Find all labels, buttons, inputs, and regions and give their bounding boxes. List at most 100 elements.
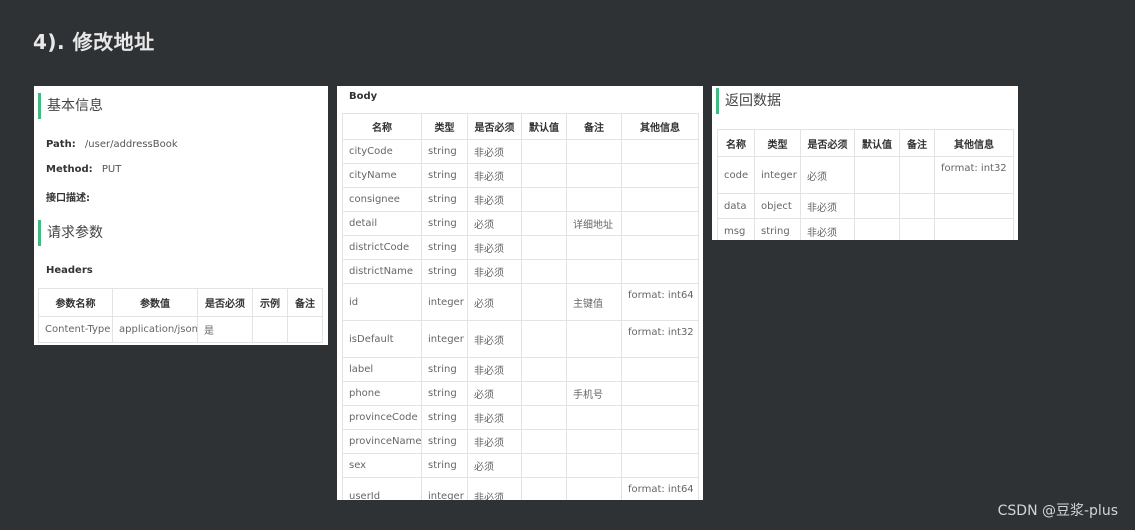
- body-cell: [621, 163, 699, 188]
- body-column-header: 其他信息: [621, 113, 699, 140]
- body-cell: cityName: [342, 163, 422, 188]
- headers-column-header: 备注: [287, 288, 323, 317]
- headers-column-header: 示例: [252, 288, 288, 317]
- body-title: Body: [349, 91, 378, 102]
- body-cell: format: int32: [621, 320, 699, 358]
- body-cell: 非必须: [467, 139, 522, 164]
- table-row: detail string 必须 详细地址: [342, 211, 699, 236]
- description-label: 接口描述:: [46, 193, 90, 204]
- headers-header-row: 参数名称 参数值 是否必须 示例 备注: [38, 288, 323, 317]
- body-params-panel: Body 名称 类型 是否必须 默认值 备注 其他信息 cityCode string 非必须…: [337, 86, 703, 500]
- table-row: cityName string 非必须: [342, 163, 699, 188]
- method-label: Method:: [46, 164, 93, 175]
- table-row: userId integer 非必须 format: int64: [342, 477, 699, 500]
- body-cell: string: [421, 235, 468, 260]
- body-column-header: 是否必须: [467, 113, 522, 140]
- headers-column-header: 参数名称: [38, 288, 113, 317]
- body-column-header: 备注: [566, 113, 622, 140]
- body-cell: [566, 405, 622, 430]
- return-cell: 非必须: [800, 193, 855, 219]
- path-value: /user/addressBook: [84, 139, 178, 150]
- body-cell: 必须: [467, 211, 522, 236]
- body-cell: districtName: [342, 259, 422, 284]
- table-row: districtCode string 非必须: [342, 235, 699, 260]
- body-cell: string: [421, 381, 468, 406]
- headers-title: Headers: [46, 265, 93, 276]
- body-cell: 必须: [467, 453, 522, 478]
- headers-column-header: 参数值: [112, 288, 198, 317]
- return-data-table: 名称 类型 是否必须 默认值 备注 其他信息 code integer 必须 format: i…: [717, 129, 1014, 240]
- return-header-row: 名称 类型 是否必须 默认值 备注 其他信息: [717, 129, 1014, 157]
- basic-info-heading: 基本信息: [38, 93, 103, 119]
- table-row: sex string 必须: [342, 453, 699, 478]
- return-cell: [899, 156, 935, 194]
- table-row: msg string 非必须: [717, 218, 1014, 240]
- return-column-header: 类型: [754, 129, 801, 157]
- watermark: CSDN @豆浆-plus: [997, 503, 1118, 519]
- table-row: id integer 必须 主键值 format: int64: [342, 283, 699, 321]
- return-column-header: 备注: [899, 129, 935, 157]
- return-cell: string: [754, 218, 801, 240]
- body-cell: [621, 139, 699, 164]
- headers-cell: 是: [197, 316, 253, 343]
- body-cell: string: [421, 139, 468, 164]
- return-cell: [899, 193, 935, 219]
- body-cell: [566, 163, 622, 188]
- body-cell: string: [421, 453, 468, 478]
- return-cell: 非必须: [800, 218, 855, 240]
- body-cell: [566, 453, 622, 478]
- body-cell: format: int64: [621, 477, 699, 500]
- body-cell: string: [421, 163, 468, 188]
- table-row: consignee string 非必须: [342, 187, 699, 212]
- body-cell: [566, 259, 622, 284]
- body-cell: [566, 139, 622, 164]
- body-cell: 非必须: [467, 163, 522, 188]
- table-row: cityCode string 非必须: [342, 139, 699, 164]
- body-cell: integer: [421, 283, 468, 321]
- body-cell: [521, 283, 567, 321]
- body-cell: [521, 320, 567, 358]
- table-row: districtName string 非必须: [342, 259, 699, 284]
- body-cell: 非必须: [467, 320, 522, 358]
- body-cell: string: [421, 357, 468, 382]
- body-cell: [621, 187, 699, 212]
- request-params-heading: 请求参数: [38, 220, 103, 246]
- body-cell: sex: [342, 453, 422, 478]
- return-cell: integer: [754, 156, 801, 194]
- body-cell: isDefault: [342, 320, 422, 358]
- headers-cell: [287, 316, 323, 343]
- headers-table: 参数名称 参数值 是否必须 示例 备注 Content-Type application/…: [38, 288, 323, 343]
- table-row: isDefault integer 非必须 format: int32: [342, 320, 699, 358]
- body-cell: [621, 429, 699, 454]
- body-cell: [566, 429, 622, 454]
- body-cell: [621, 381, 699, 406]
- body-cell: [521, 235, 567, 260]
- body-cell: 非必须: [467, 187, 522, 212]
- body-cell: string: [421, 259, 468, 284]
- body-cell: [566, 320, 622, 358]
- body-cell: [566, 357, 622, 382]
- body-cell: [521, 163, 567, 188]
- body-column-header: 默认值: [521, 113, 567, 140]
- body-cell: [566, 477, 622, 500]
- table-row: data object 非必须: [717, 193, 1014, 219]
- body-cell: provinceCode: [342, 405, 422, 430]
- body-cell: string: [421, 187, 468, 212]
- body-cell: [566, 235, 622, 260]
- body-cell: [566, 187, 622, 212]
- return-cell: [854, 218, 900, 240]
- path-row: Path: /user/addressBook: [46, 139, 178, 150]
- body-cell: integer: [421, 477, 468, 500]
- return-cell: code: [717, 156, 755, 194]
- body-column-header: 名称: [342, 113, 422, 140]
- return-column-header: 其他信息: [934, 129, 1014, 157]
- body-cell: [521, 381, 567, 406]
- path-label: Path:: [46, 139, 76, 150]
- body-params-table: 名称 类型 是否必须 默认值 备注 其他信息 cityCode string 非必须 cityN…: [342, 113, 699, 500]
- method-row: Method: PUT: [46, 164, 121, 175]
- return-cell: [934, 193, 1014, 219]
- body-cell: 详细地址: [566, 211, 622, 236]
- return-cell: msg: [717, 218, 755, 240]
- body-cell: 非必须: [467, 235, 522, 260]
- body-cell: consignee: [342, 187, 422, 212]
